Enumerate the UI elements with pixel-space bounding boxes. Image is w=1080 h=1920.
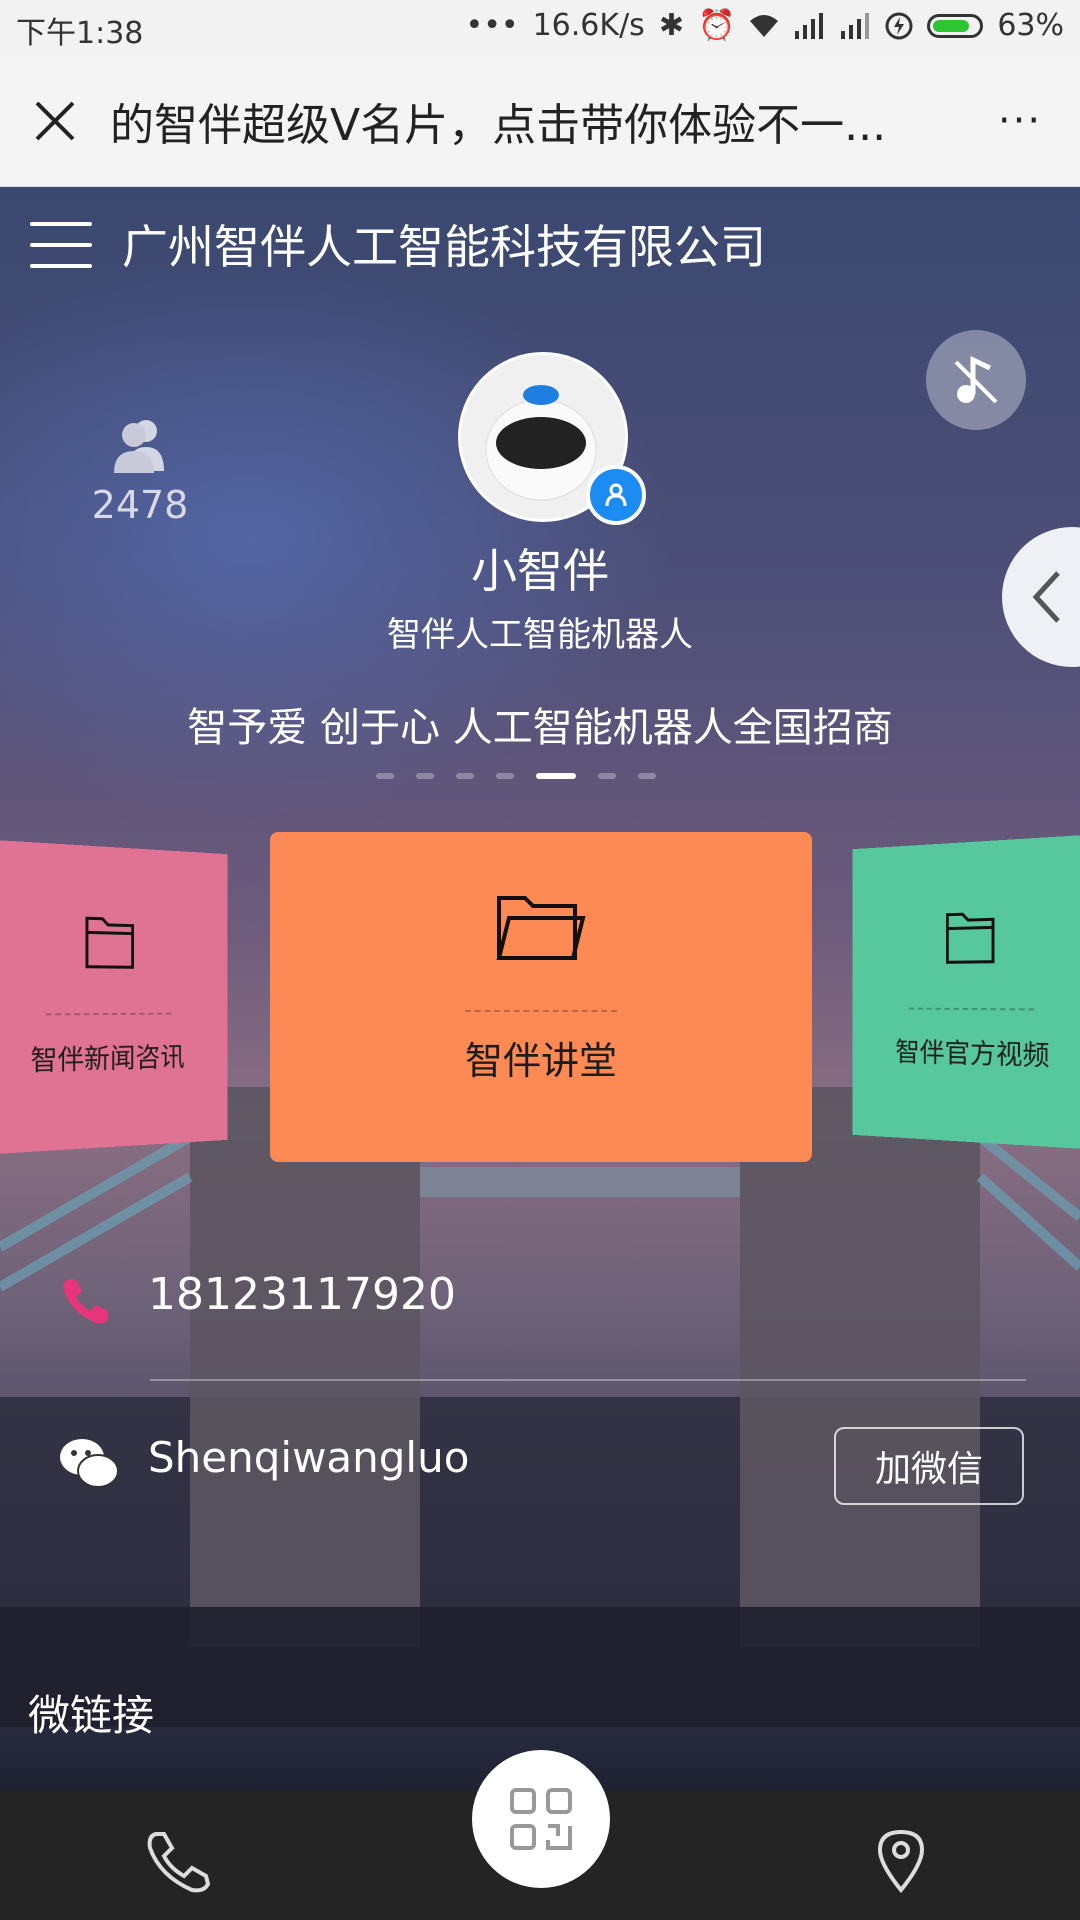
charging-icon	[885, 12, 913, 39]
profile-name: 小智伴	[471, 544, 609, 598]
battery-icon	[927, 13, 984, 38]
phone-row[interactable]: 18123117920	[60, 1269, 456, 1327]
card-news-label: 智伴新闻咨讯	[30, 1042, 185, 1078]
ellipsis-icon: •••	[465, 8, 519, 43]
card-video[interactable]: 智伴官方视频	[852, 834, 1080, 1150]
folder-icon	[83, 908, 136, 971]
verified-badge	[586, 465, 646, 525]
folder-icon	[496, 896, 586, 960]
carousel-dot[interactable]	[598, 773, 616, 779]
profile-role: 智伴人工智能机器人	[387, 615, 693, 655]
phone-number[interactable]: 18123117920	[148, 1269, 456, 1320]
location-pin-icon	[877, 1829, 925, 1894]
bluetooth-icon: ✱	[658, 8, 684, 43]
more-icon: ···	[997, 98, 1043, 144]
phone-icon	[63, 1279, 108, 1324]
title-bar: 的智伴超级V名片，点击带你体验不一... ···	[0, 56, 1080, 187]
battery-percent: 63%	[997, 8, 1064, 43]
carousel-dot[interactable]	[638, 773, 656, 779]
company-name: 广州智伴人工智能科技有限公司	[122, 220, 766, 274]
qr-code-button[interactable]	[472, 1750, 610, 1888]
card-video-label: 智伴官方视频	[895, 1037, 1050, 1073]
carousel-dot[interactable]	[456, 773, 474, 779]
status-time: 下午1:38	[16, 16, 144, 51]
qr-code-icon	[510, 1788, 572, 1850]
call-button[interactable]	[144, 1828, 214, 1902]
folder-icon	[944, 903, 997, 966]
music-off-icon	[954, 356, 998, 404]
carousel-dot[interactable]	[416, 773, 434, 779]
card-lecture-label: 智伴讲堂	[464, 1039, 617, 1083]
signal-icon	[841, 12, 870, 39]
card-lecture[interactable]: 智伴讲堂	[270, 832, 812, 1162]
network-speed: 16.6K/s	[532, 8, 645, 43]
chevron-left-icon	[1032, 571, 1060, 623]
card-news[interactable]: 智伴新闻咨讯	[0, 839, 228, 1155]
more-button[interactable]: ···	[960, 56, 1080, 186]
menu-button[interactable]	[30, 222, 92, 268]
page-title: 的智伴超级V名片，点击带你体验不一...	[110, 100, 887, 151]
divider	[150, 1379, 1026, 1381]
signal-icon	[795, 12, 824, 39]
close-icon	[35, 101, 75, 141]
card-page: 广州智伴人工智能科技有限公司 2478 小智伴 智伴人工智能机器人 智予爱 创于…	[0, 187, 1080, 1790]
profile-slogan: 智予爱 创于心 人工智能机器人全国招商	[187, 705, 893, 751]
status-icons: ••• 16.6K/s ✱ ⏰ 63%	[466, 8, 1065, 43]
carousel-indicator	[376, 773, 656, 779]
viewer-count: 2478	[90, 415, 190, 527]
close-button[interactable]	[0, 56, 110, 186]
add-wechat-button[interactable]: 加微信	[834, 1427, 1024, 1505]
carousel-dot-active[interactable]	[536, 773, 576, 779]
micro-link-heading: 微链接	[28, 1691, 155, 1740]
carousel-dot[interactable]	[496, 773, 514, 779]
wechat-id: Shenqiwangluo	[148, 1433, 470, 1482]
wechat-row: Shenqiwangluo	[58, 1433, 469, 1495]
user-badge-icon	[605, 483, 627, 507]
status-bar: 下午1:38 ••• 16.6K/s ✱ ⏰ 63%	[0, 0, 1080, 56]
music-toggle-button[interactable]	[926, 330, 1026, 430]
alarm-icon: ⏰	[697, 8, 736, 43]
carousel-dot[interactable]	[376, 773, 394, 779]
phone-outline-icon	[147, 1832, 211, 1893]
wechat-icon	[60, 1439, 119, 1488]
wifi-icon	[750, 14, 779, 37]
viewer-count-value: 2478	[91, 483, 189, 527]
users-icon	[114, 420, 164, 473]
location-button[interactable]	[876, 1828, 926, 1898]
